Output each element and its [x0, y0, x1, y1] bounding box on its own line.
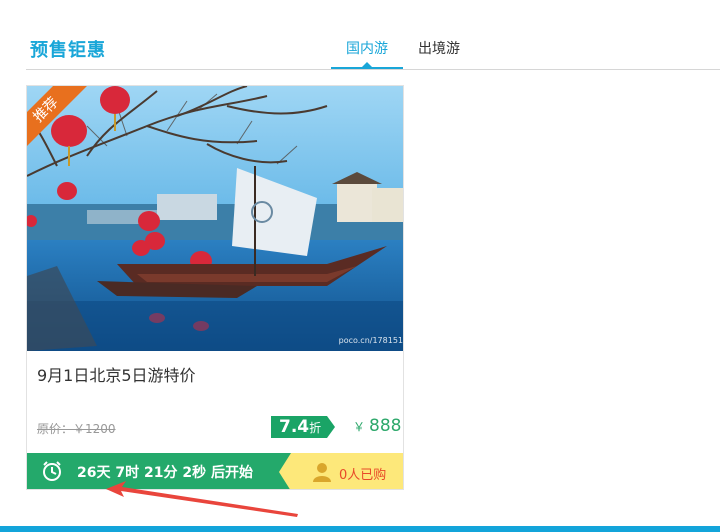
photo-watermark: poco.cn/178151 — [338, 336, 403, 345]
tab-domestic[interactable]: 国内游 — [331, 38, 403, 70]
header-divider — [26, 69, 720, 70]
product-photo[interactable]: 推荐 poco.cn/178151 — [27, 86, 403, 351]
price-amount: 888 — [369, 416, 402, 436]
section-title: 预售钜惠 — [30, 40, 106, 61]
currency-symbol: ￥ — [353, 420, 366, 434]
product-title[interactable]: 9月1日北京5日游特价 — [37, 362, 196, 386]
tab-bar: 国内游 出境游 — [331, 38, 475, 70]
discount-tag: 7.4折 — [271, 416, 336, 438]
sold-count: 0人已购 — [339, 468, 387, 483]
bottom-accent-bar — [0, 526, 720, 532]
discount-unit: 折 — [309, 421, 322, 435]
sold-count-box: 0人已购 — [279, 453, 403, 489]
countdown-bar: 26天 7时 21分 2秒 后开始 0人已购 — [27, 453, 403, 489]
countdown-text: 26天 7时 21分 2秒 后开始 — [77, 465, 253, 481]
sale-price: ￥ 888 — [353, 416, 401, 436]
discount-value: 7.4 — [279, 417, 310, 437]
alarm-clock-icon — [43, 461, 61, 481]
tab-outbound[interactable]: 出境游 — [403, 38, 475, 70]
original-price: 原价：￥1200 — [37, 422, 116, 436]
person-icon — [313, 463, 331, 482]
section-header: 预售钜惠 国内游 出境游 — [0, 0, 720, 70]
product-card[interactable]: 推荐 poco.cn/178151 9月1日北京5日游特价 原价：￥1200 7… — [26, 85, 404, 490]
